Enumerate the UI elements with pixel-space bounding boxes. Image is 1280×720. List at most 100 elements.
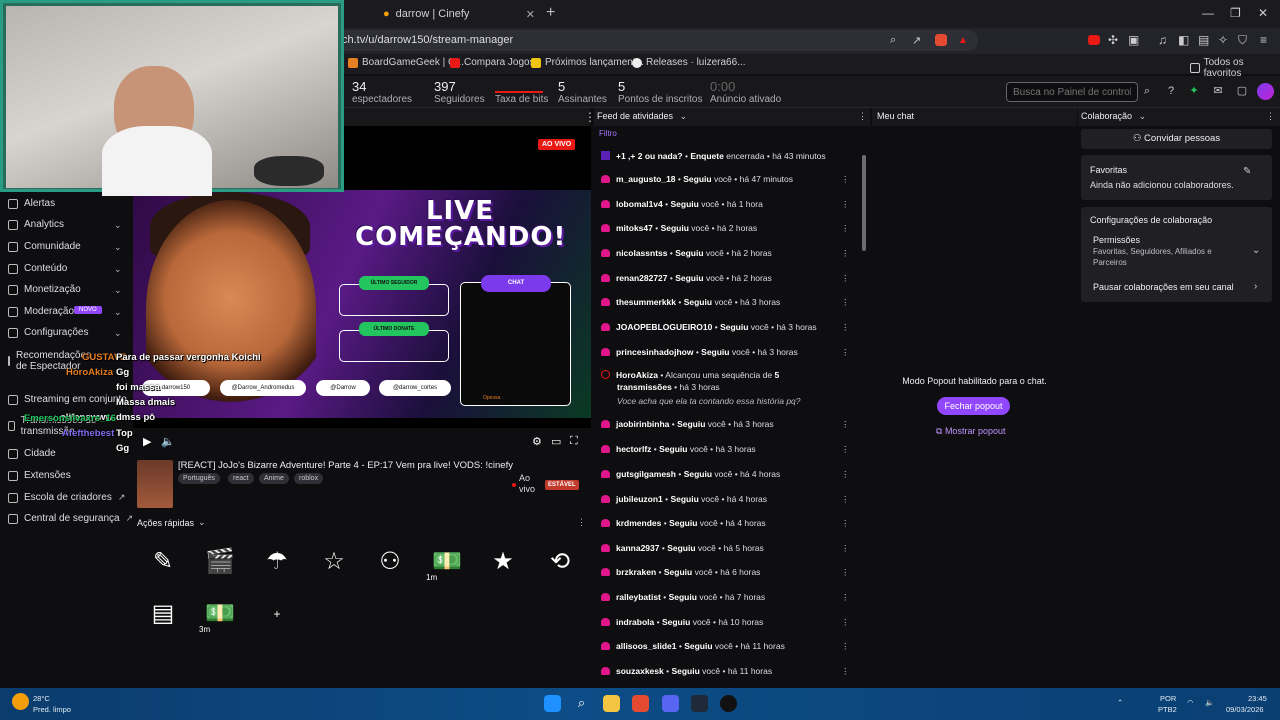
kebab-icon[interactable]: ⋮ [841, 174, 850, 185]
music-icon[interactable]: ♫ [1158, 33, 1167, 47]
share-icon[interactable]: ↗ [912, 34, 921, 47]
feed-item-follow[interactable]: indrabola • Seguiu você • há 10 horas ⋮ [601, 617, 850, 628]
feed-filter-button[interactable]: Filtro [599, 129, 617, 138]
obs-icon[interactable] [720, 695, 737, 712]
sidebar-item-cidade[interactable]: Cidade [8, 448, 56, 459]
feed-item-follow[interactable]: thesummerkkk • Seguiu você • há 3 horas ⋮ [601, 297, 850, 308]
qa-edit-stream[interactable]: ✎ [137, 538, 189, 585]
kebab-icon[interactable]: ⋮ [841, 273, 850, 284]
tray-up-icon[interactable]: ⌃ [1117, 698, 1123, 708]
close-window-icon[interactable]: ✕ [1258, 6, 1268, 20]
kebab-icon[interactable]: ⋮ [841, 617, 850, 628]
qa-create-clip[interactable]: 🎬 [194, 538, 246, 585]
minimize-icon[interactable]: — [1202, 6, 1214, 20]
qa-split[interactable]: ▤ [137, 590, 189, 637]
speaker-icon[interactable]: 🔈 [1205, 698, 1214, 708]
close-popout-button[interactable]: Fechar popout [937, 397, 1010, 415]
kebab-icon[interactable]: ⋮ [841, 567, 850, 578]
kebab-icon[interactable]: ⋮ [577, 517, 586, 528]
sidebar-item-escola[interactable]: Escola de criadores ↗ [8, 492, 125, 503]
feed-item-follow[interactable]: allisoos_slide1 • Seguiu você • há 11 ho… [601, 641, 850, 651]
brave-shield-icon[interactable] [935, 34, 947, 46]
feed-scrollbar[interactable] [862, 155, 866, 251]
feed-item-follow[interactable]: ralleybatist • Seguiu você • há 7 horas ⋮ [601, 592, 850, 602]
kebab-icon[interactable]: ⋮ [841, 444, 850, 455]
sidebar-item-configuracoes[interactable]: Configurações [8, 327, 88, 338]
sidebar-item-conteudo[interactable]: Conteúdo [8, 263, 67, 274]
chevron-right-icon[interactable]: › [1254, 281, 1257, 292]
qa-add-moderator[interactable]: ⚇ [364, 538, 416, 585]
sidebar-item-streaming-conjunto[interactable]: Streaming em conjunto [8, 394, 127, 405]
sidebar-item-moderacao[interactable]: Moderação [8, 306, 74, 317]
tag[interactable]: roblox [294, 473, 324, 484]
chevron-down-icon[interactable]: ⌄ [198, 517, 206, 528]
permissions-title[interactable]: Permissões [1093, 235, 1140, 245]
play-icon[interactable]: ▶ [143, 435, 151, 448]
wifi-icon[interactable]: ◠ [1187, 698, 1194, 708]
chevron-down-icon[interactable]: ⌄ [114, 264, 122, 275]
rewards-icon[interactable]: ▲ [958, 35, 968, 46]
feed-item-follow[interactable]: m_augusto_18 • Seguiu você • há 47 minut… [601, 174, 850, 185]
kebab-icon[interactable]: ⋮ [1266, 111, 1275, 122]
qa-raid[interactable]: ☂ [251, 538, 303, 585]
extensions-icon[interactable]: ✣ [1108, 33, 1118, 47]
feed-item-follow[interactable]: krdmendes • Seguiu você • há 4 horas ⋮ [601, 518, 850, 529]
feed-item-follow[interactable]: hectorlfz • Seguiu você • há 3 horas ⋮ [601, 444, 850, 455]
feed-item-follow[interactable]: mitoks47 • Seguiu você • há 2 horas ⋮ [601, 223, 850, 234]
kebab-icon[interactable]: ⋮ [841, 518, 850, 529]
taskbar-search-icon[interactable]: ⌕ [573, 695, 590, 712]
qa-run-ad-1m[interactable]: 💵 1m [421, 538, 473, 585]
help-icon[interactable]: ? [1165, 85, 1177, 97]
stat-subscribers[interactable]: 5 Assinantes [558, 80, 607, 105]
feed-item-follow[interactable]: kanna2937 • Seguiu você • há 5 horas ⋮ [601, 543, 850, 554]
invite-people-button[interactable]: ⚇ Convidar pessoas [1081, 129, 1272, 149]
kebab-icon[interactable]: ⋮ [841, 469, 850, 480]
tag[interactable]: Anime [259, 473, 289, 484]
kebab-icon[interactable]: ⋮ [841, 223, 850, 234]
chevron-down-icon[interactable]: ⌄ [114, 285, 122, 296]
kebab-icon[interactable]: ⋮ [841, 199, 850, 210]
bookmark-compara-jogos[interactable]: Compara Jogos [450, 57, 535, 68]
file-explorer-icon[interactable] [603, 695, 620, 712]
kebab-icon[interactable]: ⋮ [841, 419, 850, 430]
avatar[interactable] [1257, 83, 1274, 100]
windows-start-icon[interactable] [544, 695, 561, 712]
volume-icon[interactable]: 🔈 [161, 435, 175, 448]
chevron-down-icon[interactable]: ⌄ [114, 328, 122, 339]
weather-temp[interactable]: 28°C [33, 694, 50, 704]
feed-item-poll[interactable]: +1 ,+ 2 ou nada? • Enquete encerrada • h… [601, 151, 849, 161]
kebab-icon[interactable]: ⋮ [841, 322, 850, 333]
extension-record-icon[interactable] [1088, 35, 1100, 45]
notifications-icon[interactable]: ▢ [1236, 85, 1248, 97]
language-primary[interactable]: POR [1160, 694, 1176, 704]
kebab-icon[interactable]: ⋮ [841, 543, 850, 554]
feed-item-follow[interactable]: nicolassntss • Seguiu você • há 2 horas ⋮ [601, 248, 850, 258]
clock-time[interactable]: 23:45 [1248, 694, 1267, 704]
dashboard-search-input[interactable] [1006, 82, 1138, 102]
sidebar-toggle-icon[interactable]: ◧ [1178, 33, 1189, 47]
feed-item-follow[interactable]: jaobirinbinha • Seguiu você • há 3 horas… [601, 419, 850, 430]
chevron-down-icon[interactable]: ⌄ [114, 242, 122, 253]
activity-icon[interactable]: ✦ [1188, 85, 1200, 97]
qa-add-action[interactable]: + [251, 590, 303, 637]
pause-collab[interactable]: Pausar colaborações em seu canal [1093, 282, 1234, 292]
stat-viewers[interactable]: 34 espectadores [352, 80, 412, 105]
stat-followers[interactable]: 397 Seguidores [434, 80, 485, 105]
sidebar-item-analytics[interactable]: Analytics [8, 219, 64, 230]
brave-browser-icon[interactable] [632, 695, 649, 712]
kebab-icon[interactable]: ⋮ [841, 297, 850, 308]
discord-icon[interactable] [662, 695, 679, 712]
sidebar-item-monetizacao[interactable]: Monetização [8, 284, 81, 295]
feed-item-follow[interactable]: renan282727 • Seguiu você • há 2 horas ⋮ [601, 273, 850, 284]
menu-icon[interactable]: ≡ [1260, 33, 1267, 47]
leo-ai-icon[interactable]: ✧ [1218, 33, 1228, 47]
qa-run-ad-3m[interactable]: 💵 3m [194, 590, 246, 637]
kebab-icon[interactable]: ⋮ [841, 666, 850, 677]
bookmark-boardgamegeek[interactable]: BoardGameGeek | G... [348, 57, 464, 68]
chevron-down-icon[interactable]: ⌄ [1139, 111, 1147, 121]
kebab-icon[interactable]: ⋮ [841, 494, 850, 505]
chevron-down-icon[interactable]: ⌄ [114, 307, 122, 318]
edit-icon[interactable]: ✎ [1243, 166, 1251, 177]
feed-item-follow[interactable]: souzaxkesk • Seguiu você • há 11 horas ⋮ [601, 666, 850, 677]
weather-icon[interactable] [12, 693, 29, 710]
